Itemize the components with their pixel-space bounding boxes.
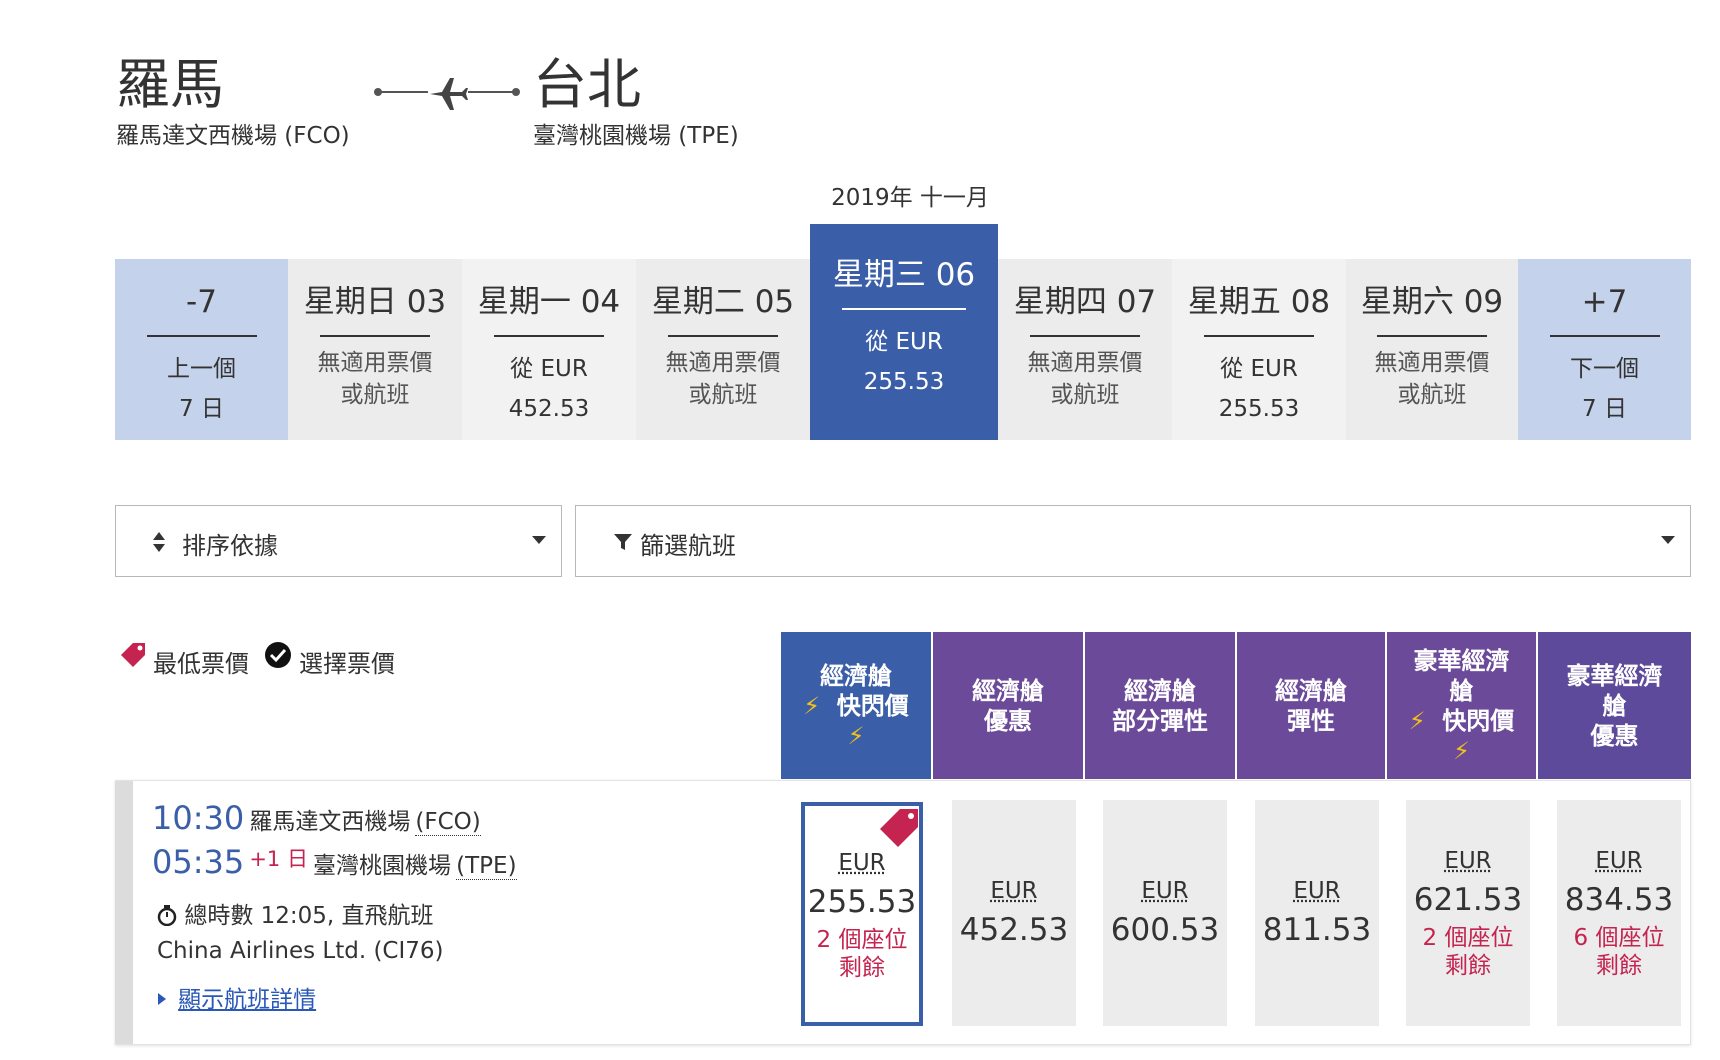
- arrival-code[interactable]: (TPE): [456, 853, 517, 880]
- flight-details-link[interactable]: 顯示航班詳情: [157, 980, 316, 1014]
- bolt-icon: ⚡: [847, 721, 865, 750]
- fare-header-premium-saver[interactable]: 豪華經濟 艙 優惠: [1538, 632, 1691, 779]
- stopwatch-icon: [157, 905, 177, 927]
- price-cell-premium-saver[interactable]: EUR 834.53 6 個座位 剩餘: [1557, 800, 1681, 1026]
- arrival-time: 05:35: [152, 843, 245, 881]
- date-cell-tue-05[interactable]: 星期二 05 無適用票價 或航班: [636, 259, 810, 440]
- departure-airport: 羅馬達文西機場: [249, 809, 411, 835]
- date-strip: -7 上一個 7 日 星期日 03 無適用票價 或航班 星期一 04 從 EUR 45…: [115, 224, 1691, 440]
- date-cell-sun-03[interactable]: 星期日 03 無適用票價 或航班: [288, 259, 462, 440]
- fare-header-premium-flash[interactable]: 豪華經濟 艙 ⚡ 快閃價 ⚡: [1387, 632, 1536, 779]
- departure-time: 10:30: [152, 799, 245, 837]
- origin-city: 羅馬: [116, 53, 224, 116]
- fare-header-economy-flex[interactable]: 經濟艙 彈性: [1237, 632, 1385, 779]
- destination-airport: 臺灣桃園機場 (TPE): [533, 123, 739, 149]
- prev-week-button[interactable]: -7 上一個 7 日: [115, 259, 288, 440]
- arrival-airport: 臺灣桃園機場: [313, 853, 452, 879]
- bolt-icon: ⚡: [1408, 706, 1426, 735]
- date-cell-fri-08[interactable]: 星期五 08 從 EUR 255.53: [1172, 259, 1346, 440]
- destination-city: 台北: [533, 53, 641, 116]
- sort-icon: [153, 532, 165, 552]
- price-cell-premium-flash[interactable]: EUR 621.53 2 個座位 剩餘: [1406, 800, 1530, 1026]
- bolt-icon: ⚡: [1453, 736, 1470, 765]
- month-label: 2019年 十一月: [831, 185, 989, 211]
- filter-caret-icon: [1661, 536, 1675, 544]
- fare-header-economy-saver[interactable]: 經濟艙 優惠: [933, 632, 1083, 779]
- legend-selected: 選擇票價: [299, 650, 395, 678]
- price-cell-economy-flex[interactable]: EUR 811.53: [1255, 800, 1379, 1026]
- lowest-price-tag-icon: [880, 809, 918, 847]
- filter-dropdown[interactable]: 篩選航班: [575, 505, 1691, 577]
- departure-row: 10:30 羅馬達文西機場 (FCO): [152, 799, 481, 837]
- arrival-row: 05:35 +1 日 臺灣桃園機場 (TPE): [152, 843, 517, 881]
- sort-label: 排序依據: [182, 532, 278, 560]
- day-offset: +1 日: [249, 847, 308, 871]
- price-cell-economy-saver[interactable]: EUR 452.53: [952, 800, 1076, 1026]
- price-tag-icon: [121, 643, 145, 667]
- duration-row: 總時數 12:05, 直飛航班: [157, 896, 434, 930]
- date-cell-thu-07[interactable]: 星期四 07 無適用票價 或航班: [998, 259, 1172, 440]
- price-cell-economy-semiflex[interactable]: EUR 600.53: [1103, 800, 1227, 1026]
- check-circle-icon: [265, 642, 291, 668]
- date-cell-wed-06-selected[interactable]: 星期三 06 從 EUR 255.53: [810, 224, 998, 440]
- legend-lowest: 最低票價: [153, 650, 249, 678]
- caret-right-icon: [158, 993, 166, 1005]
- carrier-text: China Airlines Ltd. (CI76): [157, 938, 444, 964]
- departure-code[interactable]: (FCO): [415, 809, 481, 836]
- date-cell-mon-04[interactable]: 星期一 04 從 EUR 452.53: [462, 259, 636, 440]
- filter-icon: [614, 534, 632, 550]
- fare-header-economy-semiflex[interactable]: 經濟艙 部分彈性: [1085, 632, 1235, 779]
- filter-label: 篩選航班: [640, 532, 736, 560]
- sort-caret-icon: [532, 536, 546, 544]
- fare-header-economy-flash[interactable]: 經濟艙 ⚡ 快閃價 ⚡: [781, 632, 931, 779]
- duration-text: 總時數 12:05, 直飛航班: [184, 903, 434, 929]
- next-week-button[interactable]: +7 下一個 7 日: [1518, 259, 1691, 440]
- date-cell-sat-09[interactable]: 星期六 09 無適用票價 或航班: [1346, 259, 1518, 440]
- origin-airport: 羅馬達文西機場 (FCO): [116, 123, 350, 149]
- bolt-icon: ⚡: [803, 691, 821, 720]
- plane-icon: [430, 78, 468, 110]
- sort-dropdown[interactable]: 排序依據: [115, 505, 562, 577]
